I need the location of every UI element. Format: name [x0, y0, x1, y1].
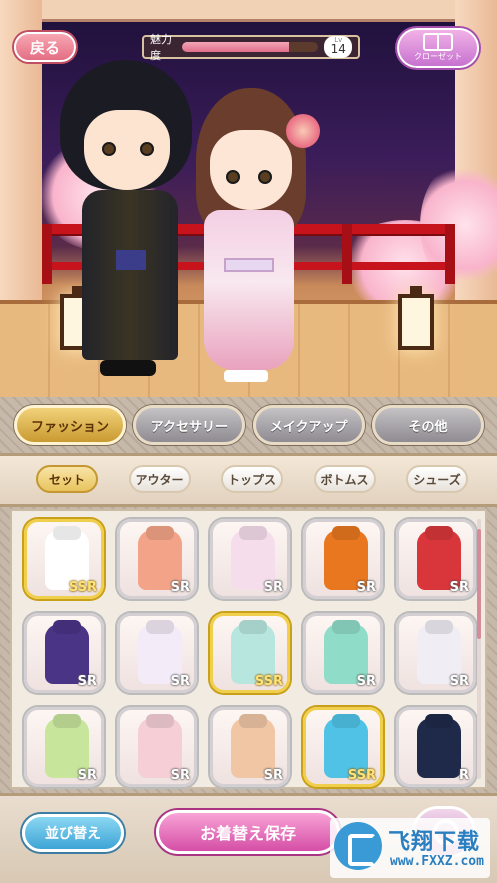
rarity-badge: SSR — [347, 768, 376, 783]
charm-meter: 魅力度 Lv 14 — [142, 33, 360, 62]
outfit-item[interactable]: SR — [117, 519, 197, 599]
rarity-badge: SR — [170, 674, 190, 689]
rarity-badge: SR — [356, 580, 376, 595]
hair-flower — [286, 114, 320, 148]
wardrobe-panel: ファッション アクセサリー メイクアップ その他 セット アウター トップス ボトムス シュー… — [0, 397, 497, 883]
outfit-item[interactable]: SR — [117, 707, 197, 787]
outfit-item[interactable]: SR — [210, 707, 290, 787]
level-value: 14 — [330, 42, 346, 56]
closet-label: クローゼット — [414, 52, 462, 61]
subcategory-tab[interactable]: シューズ — [406, 465, 468, 493]
charm-label: 魅力度 — [150, 33, 172, 62]
watermark-url: www.FXXZ.com — [390, 854, 484, 869]
outfit-item[interactable]: SR — [117, 613, 197, 693]
category-tab[interactable]: ファッション — [14, 405, 126, 445]
outfit-item[interactable]: SR — [24, 707, 104, 787]
sort-button[interactable]: 並び替え — [22, 814, 124, 852]
rarity-badge: SR — [77, 674, 97, 689]
rarity-badge: R — [458, 768, 469, 783]
charm-progress-track — [182, 42, 319, 52]
outfit-item[interactable]: SR — [303, 613, 383, 693]
lantern — [398, 286, 434, 350]
watermark-logo-icon — [334, 822, 382, 870]
level-badge: Lv 14 — [324, 36, 352, 58]
wall-top — [0, 0, 497, 22]
rarity-badge: SR — [170, 768, 190, 783]
back-button[interactable]: 戻る — [14, 32, 76, 62]
closet-icon — [423, 33, 453, 51]
subcategory-tabs: セット アウター トップス ボトムス シューズ — [36, 465, 468, 497]
outfit-item[interactable]: R — [396, 707, 476, 787]
rarity-badge: SR — [449, 580, 469, 595]
scrollbar[interactable] — [477, 519, 481, 779]
subcategory-tab[interactable]: ボトムス — [313, 465, 376, 493]
rarity-badge: SSR — [68, 580, 97, 595]
category-tab[interactable]: アクセサリー — [133, 405, 246, 445]
scrollbar-thumb[interactable] — [477, 529, 481, 639]
subcategory-tab[interactable]: アウター — [128, 465, 191, 493]
closet-button[interactable]: クローゼット — [397, 28, 479, 68]
rarity-badge: SR — [263, 768, 283, 783]
outfit-item[interactable]: SSR — [303, 707, 383, 787]
outfit-thumbnail — [417, 718, 461, 778]
rarity-badge: SR — [77, 768, 97, 783]
site-watermark: 飞翔下载 www.FXXZ.com — [330, 818, 490, 878]
subcategory-tab[interactable]: トップス — [221, 465, 283, 493]
rarity-badge: SR — [449, 674, 469, 689]
outfit-item[interactable]: SR — [396, 613, 476, 693]
item-grid: SSR SR SR SR SR SR SR SSR SR SR SR SR SR SSR R — [24, 519, 476, 787]
save-outfit-button[interactable]: お着替え保存 — [156, 810, 340, 854]
category-tabs: ファッション アクセサリー メイクアップ その他 — [14, 405, 484, 451]
outfit-item[interactable]: SR — [210, 519, 290, 599]
rarity-badge: SR — [263, 580, 283, 595]
outfit-item[interactable]: SSR — [24, 519, 104, 599]
charm-progress-fill — [182, 42, 289, 52]
subcategory-tab[interactable]: セット — [36, 465, 98, 493]
rarity-badge: SSR — [254, 674, 283, 689]
level-caption: Lv — [334, 36, 343, 44]
rarity-badge: SR — [356, 674, 376, 689]
dressup-scene: 戻る 魅力度 Lv 14 クローゼット — [0, 0, 497, 397]
category-tab[interactable]: その他 — [371, 405, 484, 445]
outfit-item[interactable]: SR — [303, 519, 383, 599]
watermark-brand: 飞翔下载 — [388, 830, 481, 855]
rarity-badge: SR — [170, 580, 190, 595]
outfit-item[interactable]: SSR — [210, 613, 290, 693]
category-tab[interactable]: メイクアップ — [252, 405, 365, 445]
outfit-item[interactable]: SR — [24, 613, 104, 693]
item-grid-area: SSR SR SR SR SR SR SR SSR SR SR SR SR SR SSR R — [10, 509, 487, 789]
outfit-item[interactable]: SR — [396, 519, 476, 599]
